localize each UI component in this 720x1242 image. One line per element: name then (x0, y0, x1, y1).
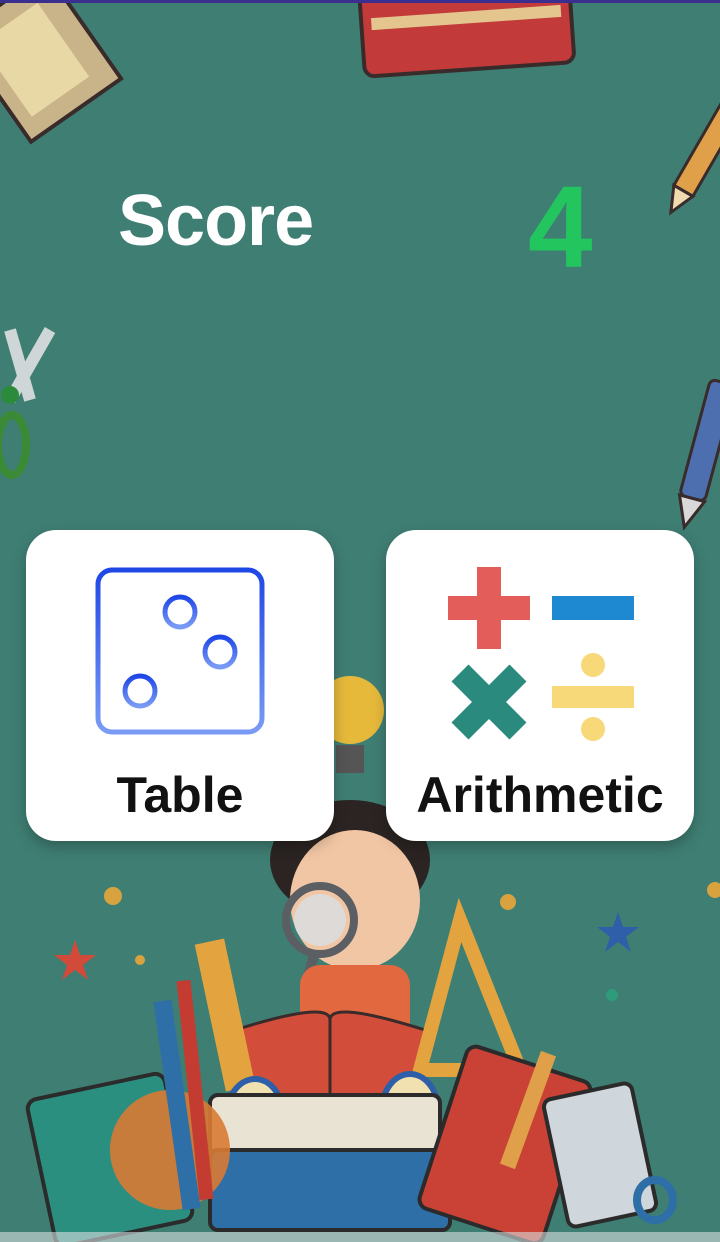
score-value: 4 (528, 162, 593, 292)
book-icon (357, 0, 576, 79)
score-label: Score (118, 181, 314, 261)
top-border (0, 0, 720, 3)
dot (104, 887, 122, 905)
dot (135, 955, 145, 965)
grid-table-icon (95, 567, 265, 735)
dot (606, 989, 618, 1001)
table-label: Table (116, 767, 244, 823)
arithmetic-operators-icon (448, 567, 634, 741)
minus-icon (552, 596, 634, 620)
dot (500, 894, 516, 910)
divide-icon (552, 653, 634, 741)
arithmetic-label: Arithmetic (416, 767, 664, 823)
table-card-button[interactable]: Table (26, 530, 334, 841)
times-icon (451, 664, 527, 740)
arithmetic-card-button[interactable]: Arithmetic (386, 530, 694, 841)
